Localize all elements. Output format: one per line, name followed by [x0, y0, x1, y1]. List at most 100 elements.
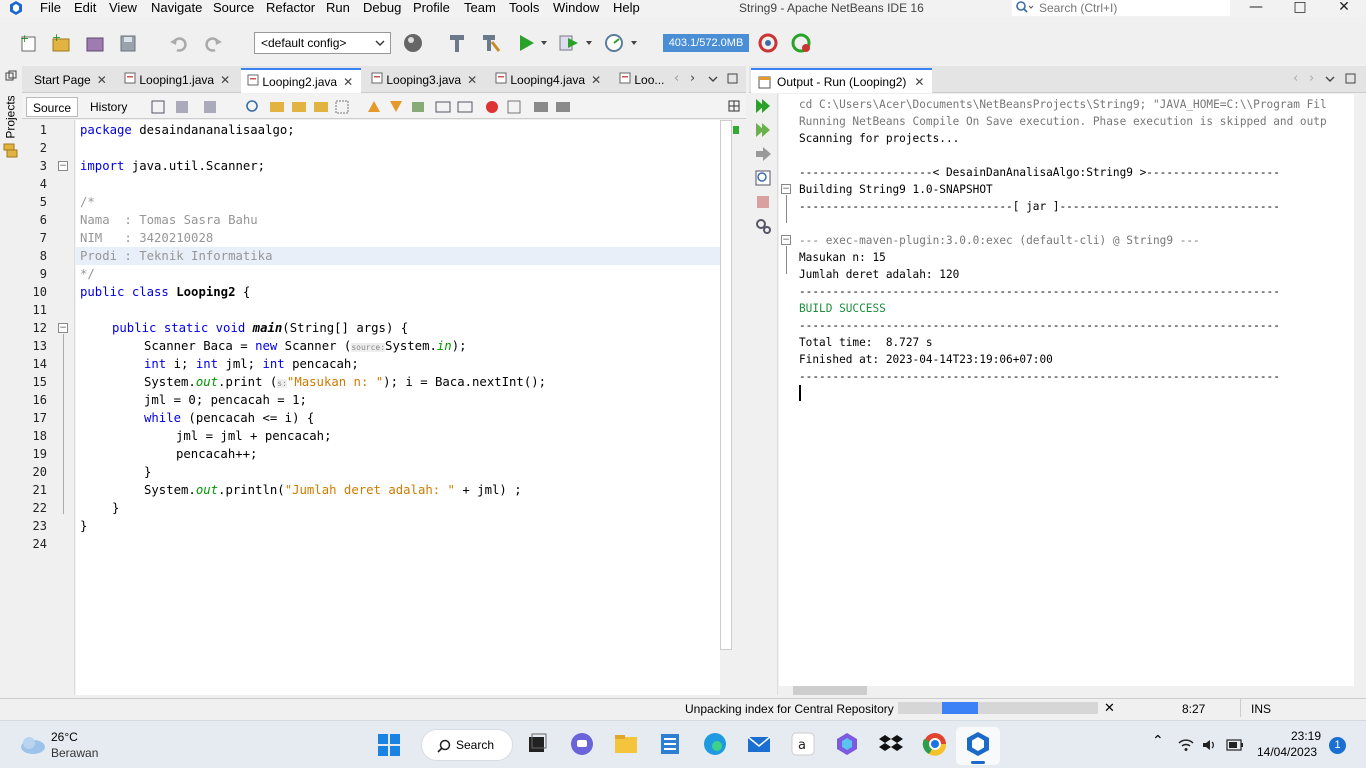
copilot-app-icon[interactable] — [834, 731, 860, 757]
output-horizontal-scrollbar[interactable] — [779, 686, 1354, 695]
files-tab-icon[interactable] — [3, 142, 19, 158]
close-tab-icon[interactable]: ✕ — [467, 73, 477, 87]
close-window-button[interactable]: ✕ — [1324, 0, 1364, 16]
menu-debug[interactable]: Debug — [363, 0, 401, 16]
editor-vertical-scrollbar[interactable] — [720, 120, 732, 695]
edge-browser-icon[interactable] — [702, 731, 728, 757]
amazon-icon[interactable]: a — [790, 731, 816, 757]
tab-looping4[interactable]: Looping4.java ✕ — [489, 68, 605, 93]
fold-toggle-icon[interactable]: − — [781, 184, 791, 194]
new-project-icon[interactable]: + — [50, 32, 72, 54]
stop-icon[interactable] — [754, 193, 772, 211]
task-view-icon[interactable] — [524, 731, 550, 757]
new-file-icon[interactable]: + — [18, 32, 40, 54]
tab-looping1[interactable]: Looping1.java ✕ — [118, 68, 234, 93]
fold-toggle-icon[interactable]: − — [58, 323, 68, 333]
wifi-icon[interactable] — [1178, 738, 1194, 752]
profile-project-icon[interactable] — [603, 32, 625, 54]
tab-looping3[interactable]: Looping3.java ✕ — [365, 68, 481, 93]
source-view-tab[interactable]: Source — [26, 97, 79, 117]
menu-navigate[interactable]: Navigate — [151, 0, 202, 16]
fold-toggle-icon[interactable]: − — [781, 235, 791, 245]
clock-time[interactable]: 23:19 — [1291, 729, 1321, 743]
profile-memory-icon[interactable] — [790, 32, 812, 54]
rerun-icon[interactable] — [754, 97, 772, 115]
debug-dropdown-chevron-icon[interactable] — [584, 32, 594, 54]
scroll-tabs-right-icon[interactable]: › — [690, 71, 695, 86]
windows-start-icon[interactable] — [377, 733, 401, 757]
undo-icon[interactable] — [168, 32, 190, 54]
close-tab-icon[interactable]: ✕ — [97, 73, 107, 87]
run-project-icon[interactable] — [515, 32, 537, 54]
battery-icon[interactable] — [1226, 739, 1244, 751]
cloudy-weather-icon[interactable] — [18, 734, 46, 756]
insert-mode[interactable]: INS — [1251, 702, 1271, 716]
profile-dropdown-chevron-icon[interactable] — [629, 32, 639, 54]
dropbox-icon[interactable] — [878, 731, 904, 757]
mail-icon[interactable] — [746, 731, 772, 757]
menu-help[interactable]: Help — [613, 0, 640, 16]
menu-refactor[interactable]: Refactor — [266, 0, 315, 16]
code-editor[interactable]: package desaindananalisaalgo; import jav… — [76, 120, 720, 695]
file-explorer-icon[interactable] — [613, 731, 639, 757]
taskbar-search-button[interactable]: Search — [421, 729, 513, 761]
tab-start-page[interactable]: Start Page ✕ — [28, 68, 112, 93]
tab-looping2[interactable]: Looping2.java ✕ — [241, 68, 361, 93]
minimize-button[interactable]: — — [1236, 0, 1276, 16]
scrollbar-thumb[interactable] — [793, 686, 867, 695]
maximize-button[interactable]: □ — [1280, 0, 1320, 16]
scrollbar-thumb[interactable] — [720, 120, 732, 650]
tab-output-run[interactable]: Output - Run (Looping2) ✕ — [751, 68, 933, 93]
projects-side-tab[interactable]: Projects — [3, 96, 19, 142]
memory-indicator[interactable]: 403.1/572.0MB — [663, 34, 749, 52]
netbeans-taskbar-button[interactable] — [956, 727, 1000, 765]
menu-file[interactable]: File — [40, 0, 61, 16]
show-hidden-icons-chevron-icon[interactable]: ⌃ — [1152, 733, 1164, 749]
menu-edit[interactable]: Edit — [74, 0, 96, 16]
tab-looping-truncated[interactable]: Loo... — [613, 68, 673, 93]
target-platform-icon[interactable] — [402, 32, 424, 54]
menu-view[interactable]: View — [109, 0, 137, 16]
redo-icon[interactable] — [202, 32, 224, 54]
history-view-tab[interactable]: History — [84, 97, 133, 117]
close-tab-icon[interactable]: ✕ — [914, 75, 924, 89]
open-project-icon[interactable] — [84, 32, 106, 54]
clean-build-icon[interactable] — [480, 32, 502, 54]
menu-source[interactable]: Source — [213, 0, 254, 16]
split-editor-icon[interactable] — [728, 100, 740, 112]
scroll-tabs-left-icon[interactable]: ‹ — [674, 71, 679, 86]
build-info-icon[interactable] — [754, 169, 772, 187]
tab-list-chevron-icon[interactable] — [708, 75, 718, 83]
resume-icon[interactable] — [754, 145, 772, 163]
teams-chat-icon[interactable] — [569, 731, 595, 757]
close-tab-icon[interactable]: ✕ — [220, 73, 230, 87]
volume-icon[interactable] — [1202, 738, 1216, 752]
save-all-icon[interactable] — [117, 32, 139, 54]
scroll-tabs-left-icon[interactable]: ‹ — [1293, 71, 1298, 86]
output-console[interactable]: cd C:\Users\Acer\Documents\NetBeansProje… — [779, 94, 1354, 686]
debug-project-icon[interactable] — [558, 32, 580, 54]
chrome-icon[interactable] — [922, 731, 948, 757]
gc-icon[interactable] — [757, 32, 779, 54]
config-dropdown[interactable]: <default config> — [254, 32, 391, 54]
build-hammer-icon[interactable] — [446, 32, 468, 54]
cancel-progress-icon[interactable]: ✕ — [1104, 700, 1115, 716]
menu-run[interactable]: Run — [326, 0, 350, 16]
restore-window-icon[interactable] — [5, 70, 17, 82]
scroll-tabs-right-icon[interactable]: › — [1309, 71, 1314, 86]
menu-tools[interactable]: Tools — [509, 0, 539, 16]
settings-gears-icon[interactable] — [754, 217, 772, 235]
maximize-editor-icon[interactable] — [727, 73, 738, 84]
notification-badge[interactable]: 1 — [1329, 737, 1346, 754]
menu-profile[interactable]: Profile — [413, 0, 450, 16]
notepad-icon[interactable] — [657, 731, 683, 757]
fold-toggle-icon[interactable]: − — [58, 161, 68, 171]
menu-window[interactable]: Window — [553, 0, 599, 16]
rerun-with-options-icon[interactable] — [754, 121, 772, 139]
menu-team[interactable]: Team — [464, 0, 496, 16]
run-dropdown-chevron-icon[interactable] — [539, 32, 549, 54]
close-tab-icon[interactable]: ✕ — [343, 75, 353, 89]
quick-search-input[interactable]: Search (Ctrl+I) — [1012, 0, 1230, 16]
tab-list-chevron-icon[interactable] — [1325, 75, 1335, 83]
clock-date[interactable]: 14/04/2023 — [1257, 745, 1317, 759]
